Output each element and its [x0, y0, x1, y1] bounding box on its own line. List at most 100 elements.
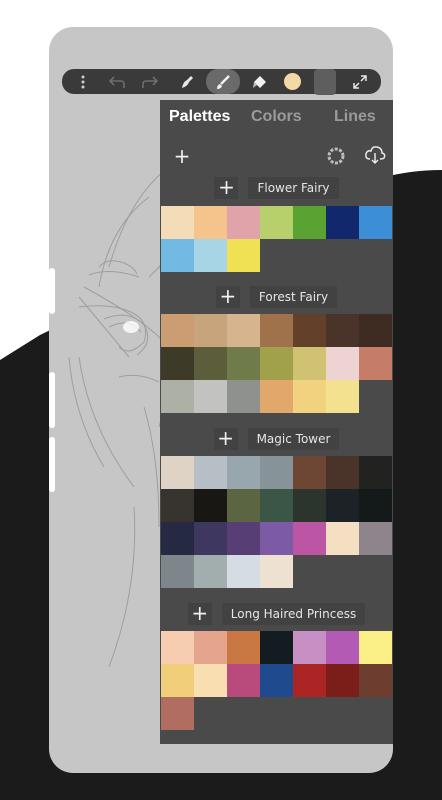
more-vertical-icon[interactable]	[72, 69, 94, 94]
redo-icon[interactable]	[137, 69, 163, 94]
add-color-button[interactable]: +	[215, 286, 240, 308]
color-swatch[interactable]	[194, 456, 227, 489]
volume-up-button	[49, 268, 55, 314]
color-swatch[interactable]	[161, 347, 194, 380]
add-color-button[interactable]: +	[214, 177, 239, 199]
current-color-swatch[interactable]	[279, 69, 305, 94]
add-color-button[interactable]: +	[213, 428, 238, 450]
color-swatch[interactable]	[194, 555, 227, 588]
palette-swatches-magic-tower	[161, 456, 392, 588]
eraser-icon[interactable]	[246, 69, 272, 94]
color-swatch[interactable]	[161, 555, 194, 588]
color-swatch[interactable]	[359, 206, 392, 239]
color-swatch[interactable]	[194, 380, 227, 413]
color-swatch[interactable]	[359, 347, 392, 380]
color-swatch[interactable]	[326, 664, 359, 697]
add-color-button[interactable]: +	[187, 603, 212, 625]
palette-swatches-flower-fairy	[161, 206, 392, 272]
color-swatch[interactable]	[227, 206, 260, 239]
color-swatch[interactable]	[161, 522, 194, 555]
color-swatch[interactable]	[161, 697, 194, 730]
color-swatch[interactable]	[161, 456, 194, 489]
color-swatch[interactable]	[293, 347, 326, 380]
color-swatch[interactable]	[293, 380, 326, 413]
color-swatch[interactable]	[260, 347, 293, 380]
color-swatch[interactable]	[326, 489, 359, 522]
color-swatch[interactable]	[359, 664, 392, 697]
palette-header-magic-tower: + Magic Tower	[160, 428, 393, 450]
color-swatch[interactable]	[260, 631, 293, 664]
fullscreen-icon[interactable]	[347, 69, 373, 94]
tab-lines[interactable]: Lines	[334, 108, 376, 126]
palette-name[interactable]: Magic Tower	[247, 428, 340, 450]
palette-swatches-forest-fairy	[161, 314, 392, 413]
color-swatch[interactable]	[161, 314, 194, 347]
color-swatch[interactable]	[326, 314, 359, 347]
cloud-download-icon[interactable]	[364, 144, 386, 170]
color-swatch[interactable]	[161, 380, 194, 413]
color-swatch[interactable]	[293, 206, 326, 239]
color-swatch[interactable]	[359, 522, 392, 555]
color-swatch[interactable]	[227, 664, 260, 697]
color-swatch[interactable]	[194, 631, 227, 664]
brush-icon[interactable]	[206, 69, 240, 94]
toolbar	[62, 68, 381, 95]
color-swatch[interactable]	[293, 489, 326, 522]
color-swatch[interactable]	[227, 555, 260, 588]
color-wheel-icon[interactable]	[327, 147, 345, 169]
color-swatch[interactable]	[326, 631, 359, 664]
palette-name[interactable]: Long Haired Princess	[221, 603, 366, 625]
color-swatch[interactable]	[194, 522, 227, 555]
color-swatch[interactable]	[359, 631, 392, 664]
color-swatch[interactable]	[227, 239, 260, 272]
color-swatch[interactable]	[161, 206, 194, 239]
color-swatch[interactable]	[161, 239, 194, 272]
color-swatch[interactable]	[227, 314, 260, 347]
color-swatch[interactable]	[227, 380, 260, 413]
color-swatch[interactable]	[194, 489, 227, 522]
color-swatch[interactable]	[326, 380, 359, 413]
color-swatch[interactable]	[161, 631, 194, 664]
color-swatch[interactable]	[293, 631, 326, 664]
color-swatch[interactable]	[260, 664, 293, 697]
color-swatch[interactable]	[260, 314, 293, 347]
color-swatch[interactable]	[194, 206, 227, 239]
color-swatch[interactable]	[260, 206, 293, 239]
palette-name[interactable]: Flower Fairy	[248, 177, 339, 199]
color-swatch[interactable]	[161, 489, 194, 522]
color-swatch[interactable]	[194, 314, 227, 347]
smudge-icon[interactable]	[174, 69, 200, 94]
color-swatch[interactable]	[326, 206, 359, 239]
color-swatch[interactable]	[260, 555, 293, 588]
color-swatch[interactable]	[227, 456, 260, 489]
color-swatch[interactable]	[293, 456, 326, 489]
color-swatch[interactable]	[326, 347, 359, 380]
tab-palettes[interactable]: Palettes	[169, 108, 230, 126]
undo-icon[interactable]	[104, 69, 130, 94]
color-swatch[interactable]	[260, 456, 293, 489]
color-swatch[interactable]	[260, 489, 293, 522]
palette-swatches-long-haired-princess	[161, 631, 392, 730]
color-swatch[interactable]	[260, 522, 293, 555]
color-swatch[interactable]	[293, 314, 326, 347]
color-swatch[interactable]	[194, 239, 227, 272]
color-swatch[interactable]	[293, 664, 326, 697]
color-swatch[interactable]	[194, 664, 227, 697]
color-swatch[interactable]	[161, 664, 194, 697]
color-swatch[interactable]	[227, 347, 260, 380]
color-swatch[interactable]	[260, 380, 293, 413]
color-swatch[interactable]	[326, 456, 359, 489]
palette-name[interactable]: Forest Fairy	[249, 286, 338, 308]
color-swatch[interactable]	[227, 522, 260, 555]
color-swatch[interactable]	[194, 347, 227, 380]
color-swatch[interactable]	[326, 522, 359, 555]
color-swatch[interactable]	[227, 631, 260, 664]
color-swatch[interactable]	[227, 489, 260, 522]
color-swatch[interactable]	[359, 489, 392, 522]
color-swatch[interactable]	[359, 314, 392, 347]
color-swatch[interactable]	[293, 522, 326, 555]
layers-icon[interactable]	[312, 68, 338, 95]
add-palette-icon[interactable]: +	[173, 146, 191, 166]
color-swatch[interactable]	[359, 456, 392, 489]
tab-colors[interactable]: Colors	[251, 108, 302, 126]
